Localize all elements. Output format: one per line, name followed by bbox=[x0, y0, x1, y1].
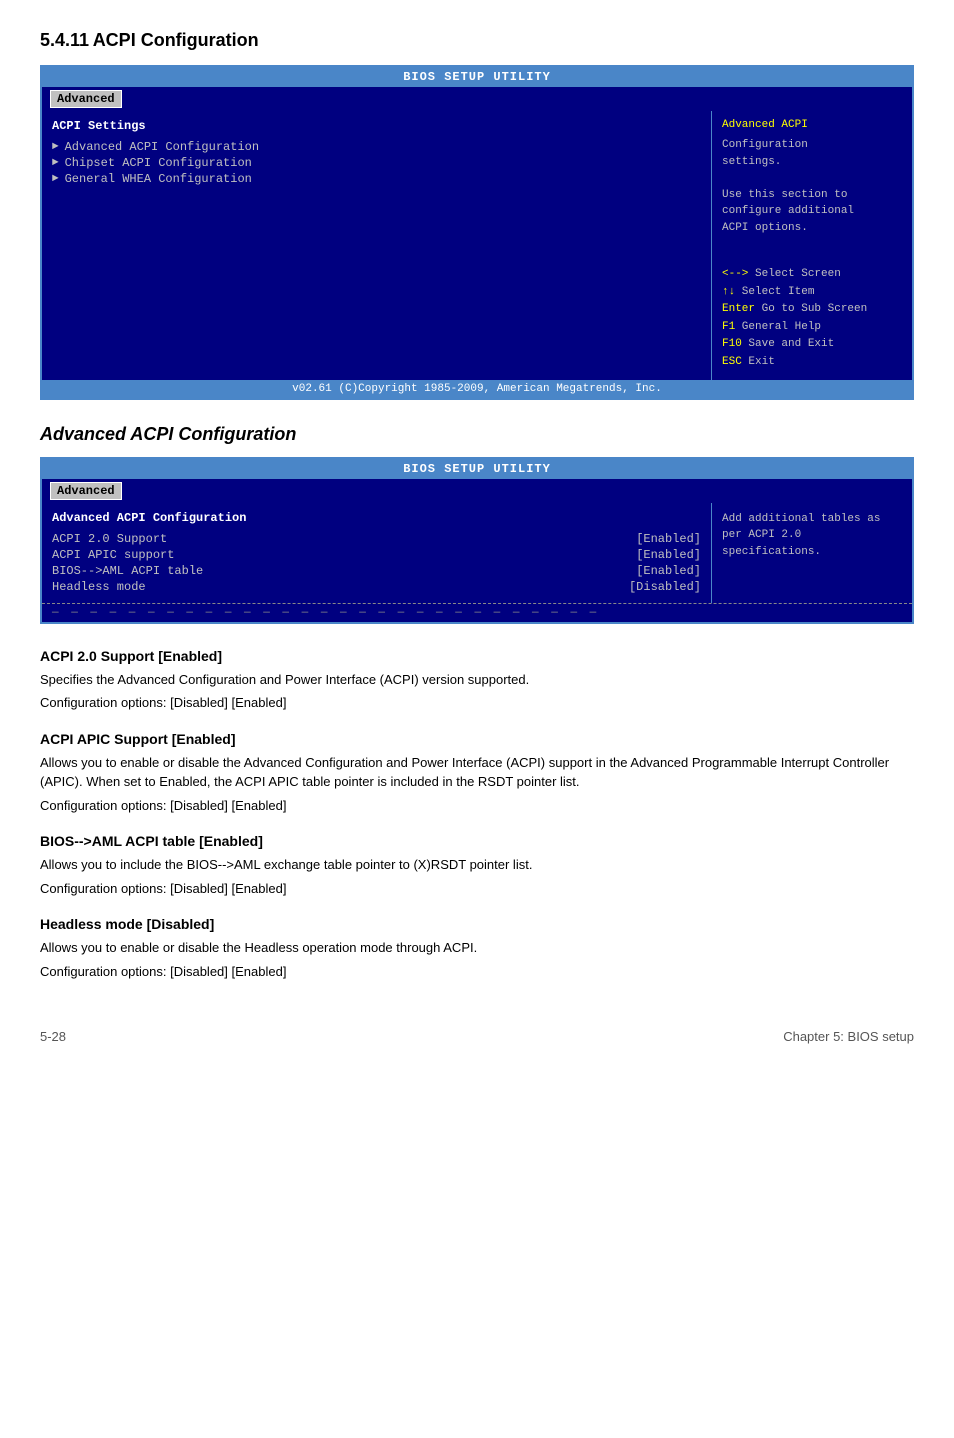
bios-screen-1: BIOS SETUP UTILITY Advanced ACPI Setting… bbox=[40, 65, 914, 400]
arrow-icon-1: ► bbox=[52, 157, 59, 169]
bios-content-2: Advanced ACPI Configuration ACPI 2.0 Sup… bbox=[42, 503, 912, 603]
bios-right-panel-2: Add additional tables as per ACPI 2.0 sp… bbox=[712, 503, 912, 603]
bios-header-1: BIOS SETUP UTILITY bbox=[42, 67, 912, 87]
bios-section-label-1: ACPI Settings bbox=[52, 119, 701, 133]
bios-screen-2: BIOS SETUP UTILITY Advanced Advanced ACP… bbox=[40, 457, 914, 624]
bios-content-1: ACPI Settings ► Advanced ACPI Configurat… bbox=[42, 111, 912, 380]
bios-tab-advanced-1[interactable]: Advanced bbox=[50, 90, 122, 108]
subsection-title: Advanced ACPI Configuration bbox=[40, 424, 296, 444]
bios-setting-row-3[interactable]: Headless mode [Disabled] bbox=[52, 579, 701, 595]
content-para-3-0: Allows you to enable or disable the Head… bbox=[40, 938, 914, 958]
bios-setting-row-1[interactable]: ACPI APIC support [Enabled] bbox=[52, 547, 701, 563]
bios-footer-1: v02.61 (C)Copyright 1985-2009, American … bbox=[42, 380, 912, 398]
bios-help-text-1: Configurationsettings.Use this section t… bbox=[722, 137, 902, 236]
section-number: 5.4.11 bbox=[40, 30, 89, 50]
content-area: ACPI 2.0 Support [Enabled] Specifies the … bbox=[40, 648, 914, 982]
bios-tab-bar-1: Advanced bbox=[42, 87, 912, 111]
content-para-1-0: Allows you to enable or disable the Adva… bbox=[40, 753, 914, 792]
arrow-icon-2: ► bbox=[52, 173, 59, 185]
content-heading-1: ACPI APIC Support [Enabled] bbox=[40, 731, 914, 747]
section-title: ACPI Configuration bbox=[93, 30, 259, 50]
bios-keys-1: <--> Select Screen ↑↓ Select Item Enter … bbox=[722, 266, 902, 372]
bios-right-help-title-1: Advanced ACPI bbox=[722, 119, 902, 131]
footer-chapter: Chapter 5: BIOS setup bbox=[783, 1029, 914, 1044]
content-para-2-1: Configuration options: [Disabled] [Enabl… bbox=[40, 879, 914, 899]
content-heading-2: BIOS-->AML ACPI table [Enabled] bbox=[40, 833, 914, 849]
content-heading-0: ACPI 2.0 Support [Enabled] bbox=[40, 648, 914, 664]
bios-menu-item-2[interactable]: ► General WHEA Configuration bbox=[52, 171, 701, 187]
bios-right-panel-1: Advanced ACPI Configurationsettings.Use … bbox=[712, 111, 912, 380]
bios-left-panel-2: Advanced ACPI Configuration ACPI 2.0 Sup… bbox=[42, 503, 712, 603]
footer-page-number: 5-28 bbox=[40, 1029, 66, 1044]
bios-tab-bar-2: Advanced bbox=[42, 479, 912, 503]
bios-tab-advanced-2[interactable]: Advanced bbox=[50, 482, 122, 500]
bios-menu-item-1[interactable]: ► Chipset ACPI Configuration bbox=[52, 155, 701, 171]
bios-section-label-2: Advanced ACPI Configuration bbox=[52, 511, 701, 525]
bios-bottom-dashes: — — — — — — — — — — — — — — — — — — — — … bbox=[42, 604, 912, 622]
page-footer: 5-28 Chapter 5: BIOS setup bbox=[40, 1021, 914, 1044]
bios-help-text-2: Add additional tables as per ACPI 2.0 sp… bbox=[722, 511, 902, 561]
bios-setting-row-0[interactable]: ACPI 2.0 Support [Enabled] bbox=[52, 531, 701, 547]
bios-setting-row-2[interactable]: BIOS-->AML ACPI table [Enabled] bbox=[52, 563, 701, 579]
content-para-0-1: Configuration options: [Disabled] [Enabl… bbox=[40, 693, 914, 713]
bios-header-2: BIOS SETUP UTILITY bbox=[42, 459, 912, 479]
bios-left-panel-1: ACPI Settings ► Advanced ACPI Configurat… bbox=[42, 111, 712, 380]
content-heading-3: Headless mode [Disabled] bbox=[40, 916, 914, 932]
content-para-2-0: Allows you to include the BIOS-->AML exc… bbox=[40, 855, 914, 875]
bios-menu-item-0[interactable]: ► Advanced ACPI Configuration bbox=[52, 139, 701, 155]
content-para-1-1: Configuration options: [Disabled] [Enabl… bbox=[40, 796, 914, 816]
content-para-0-0: Specifies the Advanced Configuration and… bbox=[40, 670, 914, 690]
content-para-3-1: Configuration options: [Disabled] [Enabl… bbox=[40, 962, 914, 982]
arrow-icon-0: ► bbox=[52, 141, 59, 153]
